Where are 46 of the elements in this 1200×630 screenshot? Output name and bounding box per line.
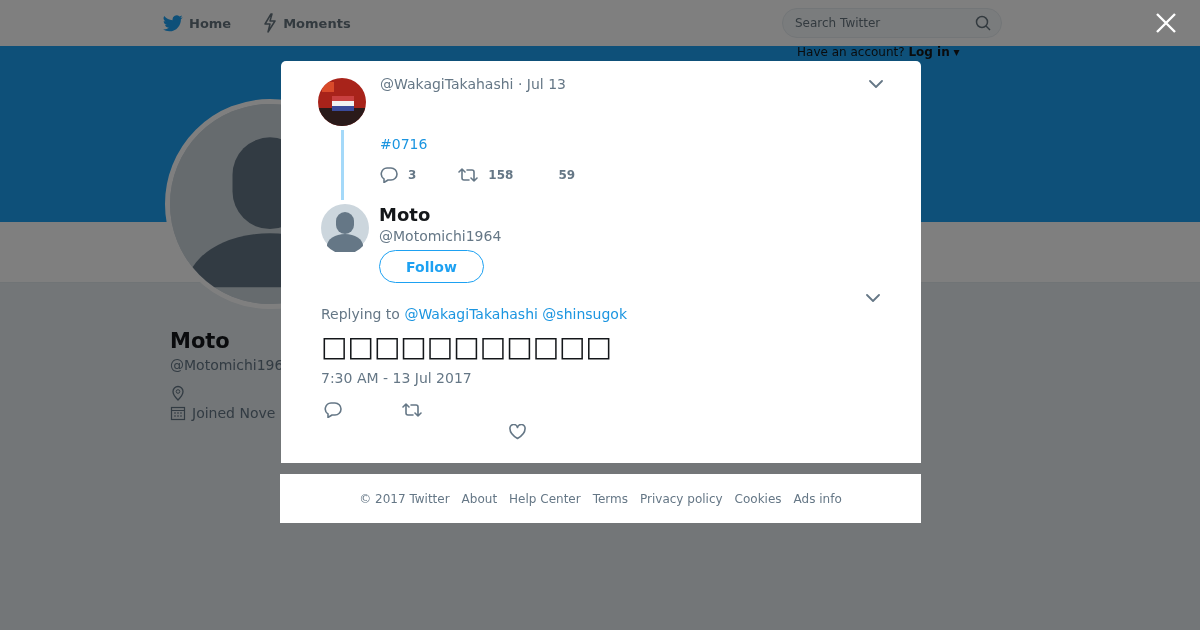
user-name: Moto <box>379 204 432 226</box>
footer-link[interactable]: Help Center <box>509 491 581 506</box>
thread-line <box>340 130 344 200</box>
tweet-text: □□□□□□□□□□□ <box>321 329 613 365</box>
search-icon[interactable] <box>975 15 991 31</box>
follow-button[interactable]: Follow <box>379 250 484 283</box>
like-count: 59 <box>558 168 576 182</box>
profile-handle: @Motomichi196 <box>170 357 284 373</box>
reply-button[interactable]: 3 <box>380 167 417 183</box>
footer-link[interactable]: Privacy policy <box>640 491 723 506</box>
avatar <box>318 78 366 126</box>
heart-icon <box>509 424 526 440</box>
bird-icon <box>163 14 183 32</box>
retweet-button[interactable] <box>402 402 422 418</box>
retweet-button[interactable]: 158 <box>458 167 514 183</box>
login-prompt: Have an account? Log in ▾ <box>797 45 960 59</box>
reply-button[interactable] <box>324 402 342 418</box>
caret-icon[interactable] <box>866 294 880 303</box>
copyright: © 2017 Twitter <box>359 491 450 506</box>
retweet-icon <box>402 402 422 418</box>
nav-link[interactable]: Home <box>163 14 232 32</box>
like-button[interactable] <box>509 424 526 440</box>
footer-link[interactable]: Ads info <box>793 491 842 506</box>
nav-link[interactable]: Moments <box>263 13 351 33</box>
reply-icon <box>380 167 398 183</box>
footer-link[interactable]: Cookies <box>734 491 782 506</box>
close-button[interactable] <box>1155 12 1177 34</box>
lightning-icon <box>263 13 278 33</box>
search-field[interactable]: Search Twitter <box>782 8 1002 38</box>
reply-icon <box>324 402 342 418</box>
tweet-meta: @WakagiTakahashi · Jul 13 <box>380 78 567 90</box>
retweet-icon <box>458 167 479 183</box>
avatar <box>321 204 369 252</box>
joined-date: Joined Nove <box>192 405 276 421</box>
footer-link[interactable]: Terms <box>592 491 628 506</box>
location-icon <box>170 385 186 401</box>
mention-link[interactable]: @shinsugok <box>542 306 627 322</box>
mention-link[interactable]: @WakagiTakahashi <box>404 306 538 322</box>
footer-link[interactable]: About <box>461 491 498 506</box>
replying-to: Replying to @WakagiTakahashi @shinsugok <box>321 306 628 322</box>
hashtag-link[interactable]: #0716 <box>380 136 428 152</box>
calendar-icon <box>170 405 186 421</box>
profile-name: Moto <box>170 329 230 353</box>
tweet-time: 7:30 AM - 13 Jul 2017 <box>321 370 473 386</box>
caret-icon[interactable] <box>869 80 883 89</box>
user-handle: @Motomichi1964 <box>379 227 502 246</box>
